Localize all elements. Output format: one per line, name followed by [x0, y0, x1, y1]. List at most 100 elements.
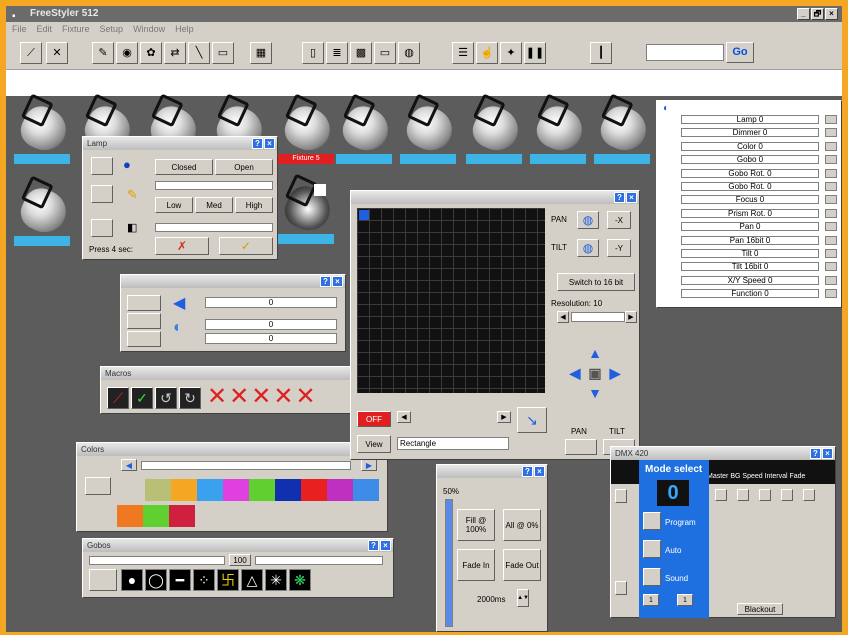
pan-fine-button[interactable] [565, 439, 597, 455]
close-button[interactable]: × [825, 8, 838, 20]
rotate-left-icon[interactable]: ↺ [155, 387, 177, 409]
center-icon[interactable]: ▣ [587, 365, 603, 381]
shutter-value-2[interactable]: 0 [205, 319, 337, 330]
channel-row[interactable]: Gobo 0 [681, 155, 819, 165]
fixture-7[interactable] [400, 100, 459, 166]
shutter-button-1[interactable] [127, 295, 161, 311]
menu-edit[interactable]: Edit [37, 24, 53, 34]
high-button[interactable]: High [235, 197, 273, 213]
fade-time-stepper[interactable]: ▲▼ [517, 589, 529, 607]
fill-100-button[interactable]: Fill @ 100% [457, 509, 495, 541]
mixer-icon[interactable]: ┃ [590, 42, 612, 64]
command-input[interactable] [646, 44, 724, 61]
channel-select-button[interactable] [825, 115, 837, 124]
channel-row[interactable]: Lamp 0 [681, 115, 819, 124]
fixture-11[interactable] [14, 182, 73, 248]
view-button[interactable]: View [357, 435, 391, 453]
gobo-value[interactable]: 100 [229, 554, 251, 566]
color-swatch[interactable] [143, 505, 169, 527]
channel-stepper[interactable] [615, 581, 627, 595]
gobo-option[interactable]: ✳ [265, 569, 287, 591]
lamp-slider[interactable] [155, 181, 273, 190]
monitor-icon[interactable]: ▭ [374, 42, 396, 64]
window-icon[interactable]: ▭ [212, 42, 234, 64]
gobo-option[interactable]: ⁘ [193, 569, 215, 591]
sound-button[interactable] [643, 568, 661, 586]
run-icon[interactable]: ✦ [500, 42, 522, 64]
fixture-10[interactable] [594, 100, 653, 166]
fixture-1[interactable] [14, 100, 73, 166]
color-swatch[interactable] [117, 505, 143, 527]
pan-invert-button[interactable]: -X [607, 211, 631, 229]
arrow-up-icon[interactable]: ▲ [587, 345, 603, 361]
channel-select-button[interactable] [825, 289, 837, 299]
lamp-slider-2[interactable] [155, 223, 273, 232]
color-prev-button[interactable]: ◀ [121, 459, 137, 471]
disc-icon[interactable]: ◍ [398, 42, 420, 64]
channel-stepper[interactable] [715, 489, 727, 501]
channel-row[interactable]: Tilt 0 [681, 249, 819, 258]
channel-select-button[interactable] [825, 222, 837, 232]
channel-stepper[interactable] [781, 489, 793, 501]
channel-row[interactable]: X/Y Speed 0 [681, 275, 819, 285]
close-icon[interactable]: × [534, 466, 545, 477]
macro-empty-slots[interactable]: ✕✕✕✕✕ [207, 385, 318, 409]
color-swatch[interactable] [145, 479, 171, 501]
low-button[interactable]: Low [155, 197, 193, 213]
channel-row[interactable]: Dimmer 0 [681, 128, 819, 138]
channel-select-button[interactable] [825, 208, 837, 218]
position-marker[interactable] [359, 210, 369, 220]
scroll-right-button[interactable]: ▶ [497, 411, 511, 423]
channel-row[interactable]: Focus 0 [681, 195, 819, 205]
channel-select-button[interactable] [825, 168, 837, 178]
color-swatch[interactable] [275, 479, 301, 501]
pen-icon[interactable]: ╲ [188, 42, 210, 64]
fixture-6[interactable] [336, 100, 395, 166]
channel-select-button[interactable] [825, 249, 837, 258]
help-icon[interactable]: ? [252, 138, 263, 149]
resolution-left-button[interactable]: ◀ [557, 311, 569, 323]
gobo-option[interactable]: ◯ [145, 569, 167, 591]
channel-select-button[interactable] [825, 235, 837, 245]
closed-button[interactable]: Closed [155, 159, 213, 175]
lamp-button-3[interactable] [91, 219, 113, 237]
gobo-slider[interactable] [89, 556, 225, 565]
arrow-down-icon[interactable]: ▼ [587, 385, 603, 401]
pan-center-icon[interactable]: ◍ [577, 211, 599, 229]
fade-out-button[interactable]: Fade Out [503, 549, 541, 581]
color-swatch[interactable] [353, 479, 379, 501]
hand-icon[interactable]: ☝ [476, 42, 498, 64]
close-icon[interactable]: × [822, 448, 833, 459]
channel-select-button[interactable] [825, 195, 837, 205]
color-swatch[interactable] [197, 479, 223, 501]
gobo-option[interactable]: △ [241, 569, 263, 591]
shutter-value-3[interactable]: 0 [205, 333, 337, 344]
color-swatch[interactable] [169, 505, 195, 527]
help-icon[interactable]: ? [368, 540, 379, 551]
dimmer-fader[interactable] [445, 499, 453, 627]
channel-row[interactable]: Function 0 [681, 289, 819, 299]
draw-icon[interactable]: ✎ [92, 42, 114, 64]
color-next-button[interactable]: ▶ [361, 459, 377, 471]
lamp-on-button[interactable]: ✓ [219, 237, 273, 255]
lamp-button-2[interactable] [91, 185, 113, 203]
arrow-right-icon[interactable]: ▶ [607, 365, 623, 381]
color-swatch[interactable] [301, 479, 327, 501]
cross-icon[interactable]: ✕ [46, 42, 68, 64]
pan-tilt-grid[interactable] [357, 208, 545, 393]
diagonal-icon[interactable]: ⟋ [20, 42, 42, 64]
gobo-reset-button[interactable] [89, 569, 117, 591]
fixture-9[interactable] [530, 100, 589, 166]
mode-select[interactable]: Rectangle [397, 437, 509, 450]
shutter-value-1[interactable]: 0 [205, 297, 337, 308]
fixture-8[interactable] [466, 100, 525, 166]
tilt-center-icon[interactable]: ◍ [577, 239, 599, 257]
color-slider[interactable] [141, 461, 351, 470]
faders-icon[interactable]: ☰ [452, 42, 474, 64]
lamp-off-button[interactable]: ✗ [155, 237, 209, 255]
help-icon[interactable]: ? [522, 466, 533, 477]
color-swatch[interactable] [327, 479, 353, 501]
select-1[interactable]: 1 [643, 594, 659, 606]
resolution-slider[interactable] [571, 312, 625, 322]
macro-check-icon[interactable]: ✓ [131, 387, 153, 409]
